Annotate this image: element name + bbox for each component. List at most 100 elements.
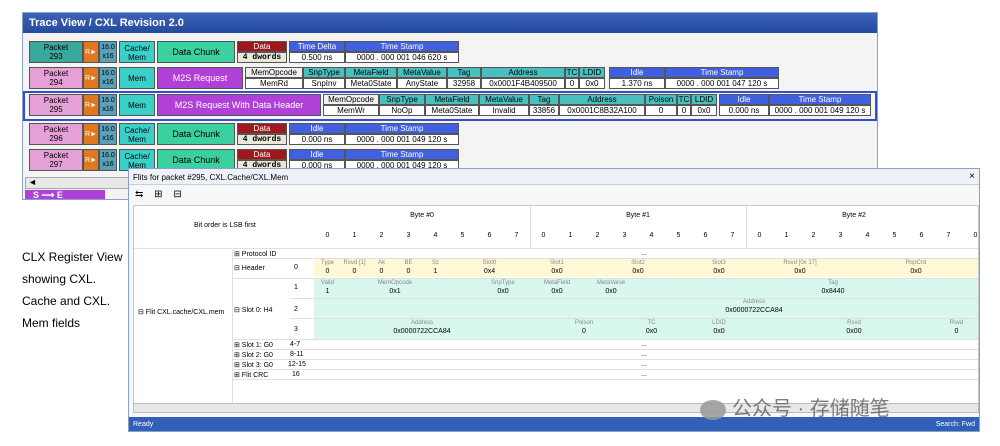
link-width: x16 — [102, 53, 114, 60]
packet-row-296[interactable]: Packet 296 R► 16.0 x16 Cache/ Mem Data Chu… — [25, 123, 465, 147]
byte-divider — [530, 206, 531, 248]
packet-label: Packet — [43, 96, 69, 105]
field-label: Type — [320, 260, 334, 266]
bit-number: 0 — [541, 232, 546, 239]
direction-cell: R► — [83, 94, 99, 116]
packet-row-293[interactable]: Packet 293 R► 16.0 x16 Cache/ Mem Data Chu… — [25, 41, 465, 65]
timestamp-value: 0000 . 000 001 049 120 s — [769, 105, 871, 116]
packet-row-295[interactable]: Packet 295 R► 16.0 x16 Mem M2S Request Wit… — [25, 94, 875, 118]
timestamp-value: 0000 . 000 001 047 120 s — [665, 78, 779, 89]
address-header: Address — [481, 67, 565, 78]
collapse-all-icon[interactable]: ⊟ — [173, 189, 181, 200]
field-value: 0x0 — [632, 268, 644, 275]
data-value: 4 dwords — [237, 52, 287, 63]
scroll-left-icon[interactable]: ◄ — [28, 177, 37, 187]
slot1-row-label[interactable]: ⊞ Slot 1: G0 — [234, 341, 273, 349]
field-label: Slot0 — [482, 260, 497, 266]
expand-all-icon[interactable]: ⊞ — [154, 189, 162, 200]
bit-number: 0 — [757, 232, 762, 239]
caption-line: CLX Register View — [22, 250, 123, 264]
packet-label: Packet — [43, 151, 69, 160]
protocol-type-cell: Cache/ Mem — [119, 41, 155, 63]
swap-icon[interactable]: ⇆ — [135, 189, 143, 200]
time-delta-value: 0.500 ns — [289, 52, 345, 63]
memopcode-header: MemOpcode — [323, 94, 379, 105]
bit-number: 5 — [892, 232, 897, 239]
memopcode-header: MemOpcode — [245, 67, 303, 78]
packet-cell[interactable]: Packet 296 — [29, 123, 83, 145]
close-icon[interactable]: × — [969, 171, 975, 182]
packet-number: 296 — [49, 134, 63, 143]
metafield-value: Meta0State — [425, 105, 479, 116]
poison-value: 0 — [645, 105, 677, 116]
ldid-header: LDID — [579, 67, 605, 78]
timestamp-header: Time Stamp — [345, 149, 459, 160]
packet-number: 295 — [49, 105, 63, 114]
byte-divider — [746, 206, 747, 248]
link-width: x16 — [102, 106, 114, 113]
flits-window-title: Flits for packet #295, CXL.Cache/CXL.Mem… — [129, 169, 979, 185]
row-index: 16 — [292, 371, 300, 378]
tag-header: Tag — [447, 67, 481, 78]
field-value: 1 — [325, 288, 330, 295]
field-value: 0x0 — [794, 268, 806, 275]
direction-cell: R► — [83, 67, 99, 89]
field-value: 1 — [433, 268, 438, 275]
packet-cell[interactable]: Packet 297 — [29, 149, 83, 171]
link-cell: 16.0 x16 — [99, 41, 117, 63]
snptype-header: SnpType — [379, 94, 425, 105]
row-index: 12-15 — [288, 361, 306, 368]
packet-number: 293 — [49, 52, 63, 61]
header-row-label[interactable]: ⊟ Header — [234, 264, 265, 272]
field-value: 0x0 — [645, 328, 658, 335]
field-label: Rsvd — [949, 320, 964, 326]
bit-number: 0 — [325, 232, 330, 239]
row-index: 0 — [294, 264, 298, 271]
link-cell: 16.0 x16 — [99, 123, 117, 145]
m2s-request-with-data-cell: M2S Request With Data Header — [157, 94, 321, 116]
snptype-value: SnpInv — [303, 78, 345, 89]
direction-indicator: S ⟶ E — [25, 190, 105, 199]
field-value: 0x4 — [483, 268, 496, 275]
slot3-value: ... — [641, 361, 647, 368]
metafield-value: Meta0State — [345, 78, 397, 89]
data-header: Data — [237, 123, 287, 134]
field-value: 0 — [352, 268, 357, 275]
packet-row-294[interactable]: Packet 294 R► 16.0 x16 Mem M2S Request Mem… — [25, 67, 785, 91]
field-value: 0x8440 — [821, 288, 845, 295]
field-label: Valid — [321, 280, 334, 286]
field-label: Tag — [828, 280, 838, 286]
metafield-header: MetaField — [425, 94, 479, 105]
protocol-id-row-label[interactable]: ⊞ Protocol ID — [234, 250, 276, 258]
slot2-row-label[interactable]: ⊞ Slot 2: G0 — [234, 351, 273, 359]
field-label: RspCrd — [905, 260, 927, 266]
trace-view-title: Trace View / CXL Revision 2.0 — [23, 13, 877, 33]
flit-crc-row-label[interactable]: ⊞ Flit CRC — [234, 371, 268, 379]
packet-cell[interactable]: Packet 294 — [29, 67, 83, 89]
field-value: 0x0 — [713, 268, 725, 275]
row-divider — [290, 318, 978, 319]
protocol-type-cell: Cache/ Mem — [119, 123, 155, 145]
metafield-header: MetaField — [345, 67, 397, 78]
byte-0-header: Byte #0 — [410, 212, 434, 219]
flit-label[interactable]: ⊟ Flit CXL.cache/CXL.mem — [138, 308, 224, 316]
bit-number: 2 — [811, 232, 816, 239]
idle-header: Idle — [289, 123, 345, 134]
idle-header: Idle — [289, 149, 345, 160]
slot0-row-label[interactable]: ⊟ Slot 0: H4 — [234, 306, 273, 314]
column-divider — [232, 248, 233, 410]
bit-number: 3 — [622, 232, 627, 239]
packet-cell[interactable]: Packet 295 — [29, 94, 83, 116]
bit-number: 5 — [676, 232, 681, 239]
link-speed: 16.0 — [101, 97, 115, 104]
tag-header: Tag — [529, 94, 559, 105]
bit-number: 4 — [433, 232, 438, 239]
tc-header: TC — [565, 67, 579, 78]
bit-number: 3 — [838, 232, 843, 239]
slot3-row-label[interactable]: ⊞ Slot 3: G0 — [234, 361, 273, 369]
bit-number: 7 — [730, 232, 735, 239]
tc-value: 0 — [565, 78, 579, 89]
packet-cell[interactable]: Packet 293 — [29, 41, 83, 63]
field-label: Sz — [431, 260, 439, 266]
field-value: 0x0000722CCA84 — [393, 328, 451, 335]
